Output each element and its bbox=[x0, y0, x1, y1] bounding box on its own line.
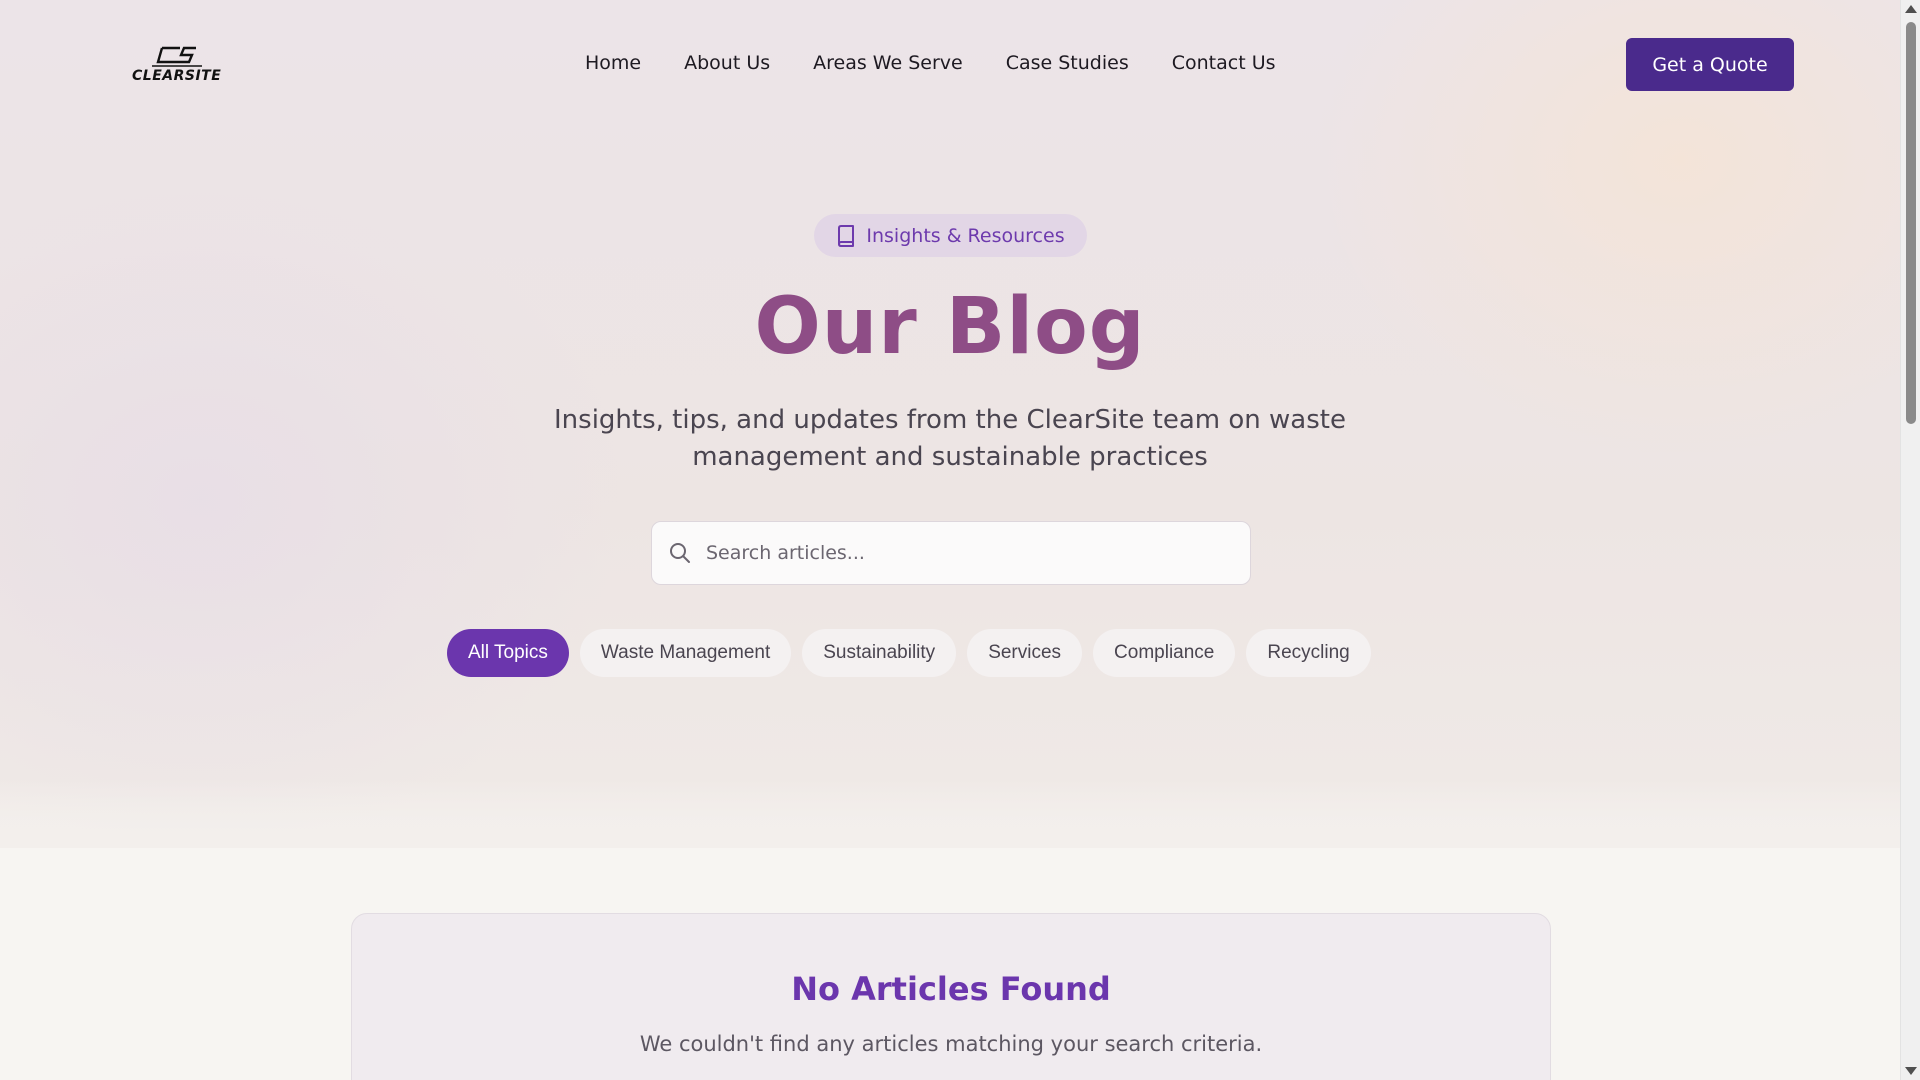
page-subtitle: Insights, tips, and updates from the Cle… bbox=[554, 405, 1346, 472]
page-title: Our Blog bbox=[754, 282, 1146, 372]
nav-home[interactable]: Home bbox=[585, 52, 641, 74]
logo-text: CLEARSITE bbox=[132, 68, 222, 84]
nav-case-studies[interactable]: Case Studies bbox=[1006, 52, 1129, 74]
page-scrollbar[interactable] bbox=[1900, 0, 1920, 1080]
topic-services[interactable]: Services bbox=[967, 629, 1083, 677]
section-badge: Insights & Resources bbox=[814, 214, 1087, 257]
scroll-thumb[interactable] bbox=[1906, 22, 1916, 424]
topic-waste-management[interactable]: Waste Management bbox=[579, 629, 792, 677]
search-icon bbox=[668, 541, 692, 565]
topic-compliance[interactable]: Compliance bbox=[1093, 629, 1236, 677]
badge-label: Insights & Resources bbox=[866, 224, 1065, 247]
main-nav: Home About Us Areas We Serve Case Studie… bbox=[585, 52, 1319, 74]
search-input[interactable] bbox=[706, 542, 1226, 564]
topic-all-topics[interactable]: All Topics bbox=[447, 629, 569, 677]
empty-state-message: We couldn't find any articles matching y… bbox=[639, 1032, 1263, 1056]
nav-areas-we-serve[interactable]: Areas We Serve bbox=[813, 52, 963, 74]
scroll-up-arrow-icon[interactable] bbox=[1905, 5, 1917, 13]
nav-contact-us[interactable]: Contact Us bbox=[1172, 52, 1276, 74]
book-icon bbox=[836, 224, 856, 247]
search-box[interactable] bbox=[651, 521, 1251, 585]
logo[interactable]: CLEARSITE bbox=[132, 44, 222, 86]
topic-sustainability[interactable]: Sustainability bbox=[802, 629, 957, 677]
get-a-quote-button[interactable]: Get a Quote bbox=[1626, 38, 1794, 91]
topic-recycling[interactable]: Recycling bbox=[1246, 629, 1371, 677]
scroll-down-arrow-icon[interactable] bbox=[1905, 1067, 1917, 1075]
topic-filters: All Topics Waste Management Sustainabili… bbox=[447, 629, 1371, 677]
empty-state-card: No Articles Found We couldn't find any a… bbox=[351, 913, 1551, 1080]
nav-about-us[interactable]: About Us bbox=[684, 52, 770, 74]
empty-state-title: No Articles Found bbox=[791, 970, 1111, 1008]
